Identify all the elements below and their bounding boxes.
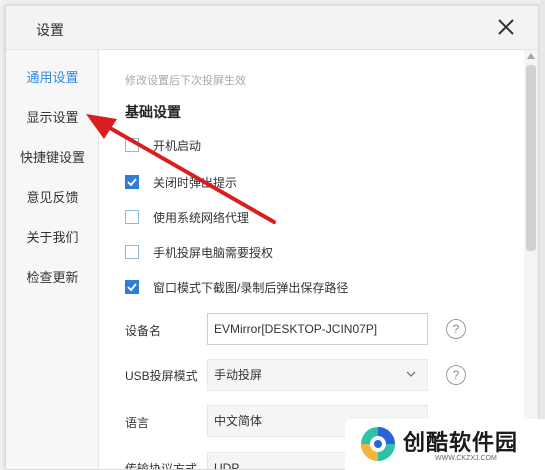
device-name-label: 设备名 (125, 324, 162, 338)
checkbox-row-authorization[interactable]: 手机投屏电脑需要授权 (125, 244, 273, 260)
settings-content: 修改设置后下次投屏生效 基础设置 开机启动 关闭时弹出提示 使用系统网络代理 手… (100, 50, 520, 470)
checkbox[interactable] (125, 210, 139, 224)
sidebar-item-shortcuts[interactable]: 快捷键设置 (6, 147, 99, 166)
scrollbar[interactable] (524, 50, 538, 469)
usb-mode-label: USB投屏模式 (125, 369, 198, 383)
sidebar-item-about[interactable]: 关于我们 (6, 227, 99, 246)
checkbox-label: 手机投屏电脑需要授权 (153, 245, 274, 260)
watermark-name: 创酷软件园 (403, 430, 519, 455)
title-bar: 设置 (6, 6, 538, 50)
checkbox-label: 窗口模式下截图/录制后弹出保存路径 (153, 280, 349, 295)
sidebar: 通用设置 显示设置 快捷键设置 意见反馈 关于我们 检查更新 (6, 50, 99, 469)
checkbox-row-proxy[interactable]: 使用系统网络代理 (125, 209, 249, 225)
watermark: 创酷软件园 WWW.CKZXJ.COM (345, 419, 545, 470)
close-icon[interactable] (496, 17, 516, 37)
language-label: 语言 (125, 416, 150, 430)
scroll-up-arrow-icon[interactable] (527, 53, 535, 59)
checkbox[interactable] (125, 138, 139, 152)
scroll-thumb[interactable] (526, 65, 536, 251)
checkbox-checked[interactable] (125, 175, 139, 189)
help-icon[interactable]: ? (446, 365, 466, 385)
checkbox-checked[interactable] (125, 280, 139, 294)
sidebar-item-feedback[interactable]: 意见反馈 (6, 187, 99, 206)
brand-logo-icon (361, 427, 395, 461)
sidebar-item-general[interactable]: 通用设置 (6, 67, 99, 86)
sidebar-item-display[interactable]: 显示设置 (6, 107, 99, 126)
sidebar-item-check-update[interactable]: 检查更新 (6, 267, 99, 286)
checkbox-row-autostart[interactable]: 开机启动 (125, 137, 201, 153)
checkmark-icon (127, 283, 137, 292)
dialog-title: 设置 (36, 22, 64, 38)
device-name-input[interactable]: EVMirror[DESKTOP-JCIN07P] (207, 313, 428, 345)
usb-mode-select[interactable]: 手动投屏 (207, 359, 428, 391)
watermark-url: WWW.CKZXJ.COM (435, 455, 497, 462)
checkbox-row-save-path[interactable]: 窗口模式下截图/录制后弹出保存路径 (125, 279, 348, 295)
checkbox-label: 使用系统网络代理 (153, 210, 250, 225)
checkbox-label: 开机启动 (153, 138, 202, 153)
checkbox-row-close-prompt[interactable]: 关闭时弹出提示 (125, 174, 237, 190)
checkmark-icon (127, 178, 137, 187)
usb-mode-value: 手动投屏 (214, 368, 263, 382)
settings-hint: 修改设置后下次投屏生效 (125, 75, 246, 87)
settings-dialog: 设置 通用设置 显示设置 快捷键设置 意见反馈 关于我们 检查更新 修改设置后下… (5, 5, 539, 470)
language-value: 中文简体 (214, 414, 263, 428)
checkbox[interactable] (125, 245, 139, 259)
chevron-down-icon (406, 371, 416, 377)
background-window-edge (540, 0, 545, 470)
protocol-value: UDP (214, 461, 240, 470)
protocol-label: 传输协议方式 (125, 462, 198, 470)
section-title: 基础设置 (125, 104, 181, 120)
checkbox-label: 关闭时弹出提示 (153, 175, 238, 190)
help-icon[interactable]: ? (446, 319, 466, 339)
